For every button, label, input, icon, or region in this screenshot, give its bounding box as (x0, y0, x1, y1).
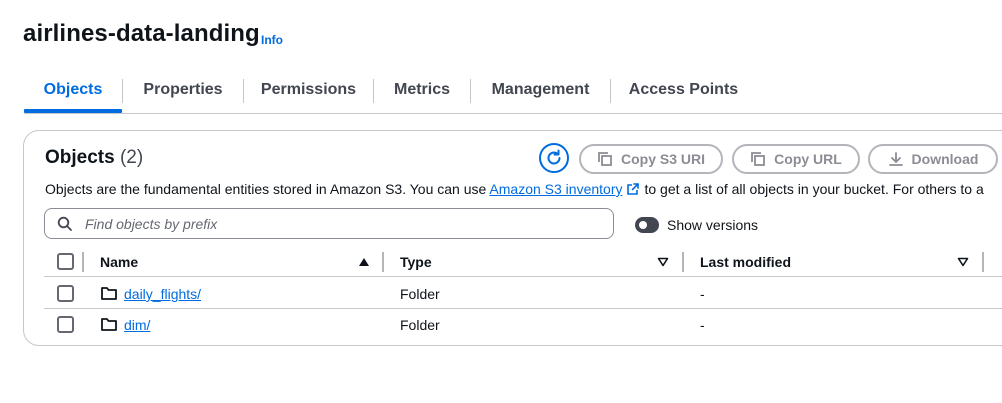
bucket-title: airlines-data-landing (23, 20, 260, 47)
column-header-last-modified[interactable]: Last modified (700, 254, 791, 270)
search-box[interactable] (44, 208, 614, 239)
copy-icon (598, 152, 612, 166)
tab-management[interactable]: Management (471, 75, 610, 105)
download-button[interactable]: Download (868, 144, 998, 174)
show-versions-label: Show versions (667, 217, 759, 233)
column-divider (682, 252, 684, 272)
column-divider (382, 252, 384, 272)
column-header-type[interactable]: Type (400, 254, 432, 270)
tab-permissions[interactable]: Permissions (244, 75, 373, 105)
object-last-modified: - (700, 286, 705, 302)
object-name-link[interactable]: daily_flights/ (124, 286, 201, 302)
inventory-link[interactable]: Amazon S3 inventory (489, 181, 622, 197)
show-versions-toggle[interactable] (635, 217, 659, 233)
search-icon (57, 216, 72, 231)
description-suffix: to get a list of all objects in your buc… (644, 181, 984, 197)
object-name-link[interactable]: dim/ (124, 317, 150, 333)
description-text: Objects are the fundamental entities sto… (45, 181, 490, 197)
column-divider (982, 252, 984, 272)
table-header-divider (44, 276, 1002, 277)
copy-url-button[interactable]: Copy URL (732, 144, 860, 174)
tab-objects[interactable]: Objects (24, 75, 122, 105)
row-checkbox[interactable] (57, 316, 74, 333)
copy-icon (751, 152, 766, 166)
tabs-divider-line (24, 113, 1002, 114)
sort-descending-icon[interactable] (657, 257, 669, 267)
sort-ascending-icon[interactable] (358, 257, 370, 267)
copy-s3-uri-label: Copy S3 URI (620, 151, 705, 167)
copy-url-label: Copy URL (774, 151, 842, 167)
info-link[interactable]: Info (261, 33, 283, 47)
refresh-icon (547, 149, 561, 165)
panel-title: Objects (2) (45, 147, 143, 169)
panel-title-text: Objects (45, 147, 115, 168)
object-type: Folder (400, 286, 440, 302)
select-all-checkbox[interactable] (57, 253, 74, 270)
download-icon (888, 152, 903, 166)
tab-properties[interactable]: Properties (123, 75, 243, 105)
object-count: (2) (119, 147, 144, 168)
column-header-name[interactable]: Name (100, 254, 138, 270)
object-type: Folder (400, 317, 440, 333)
folder-icon (101, 318, 117, 331)
search-input[interactable] (83, 214, 587, 233)
folder-icon (101, 287, 117, 300)
tab-bar: Objects Properties Permissions Metrics M… (24, 75, 1002, 113)
sort-descending-icon[interactable] (957, 257, 969, 267)
row-divider (44, 308, 1002, 309)
panel-description: Objects are the fundamental entities sto… (45, 181, 984, 197)
object-last-modified: - (700, 317, 705, 333)
toggle-knob (639, 221, 647, 229)
tab-access-points[interactable]: Access Points (611, 75, 756, 105)
tab-metrics[interactable]: Metrics (374, 75, 470, 105)
column-divider (82, 252, 84, 272)
row-checkbox[interactable] (57, 285, 74, 302)
copy-s3-uri-button[interactable]: Copy S3 URI (579, 144, 723, 174)
download-label: Download (911, 151, 979, 167)
refresh-button[interactable] (539, 143, 569, 173)
external-link-icon (627, 183, 640, 195)
